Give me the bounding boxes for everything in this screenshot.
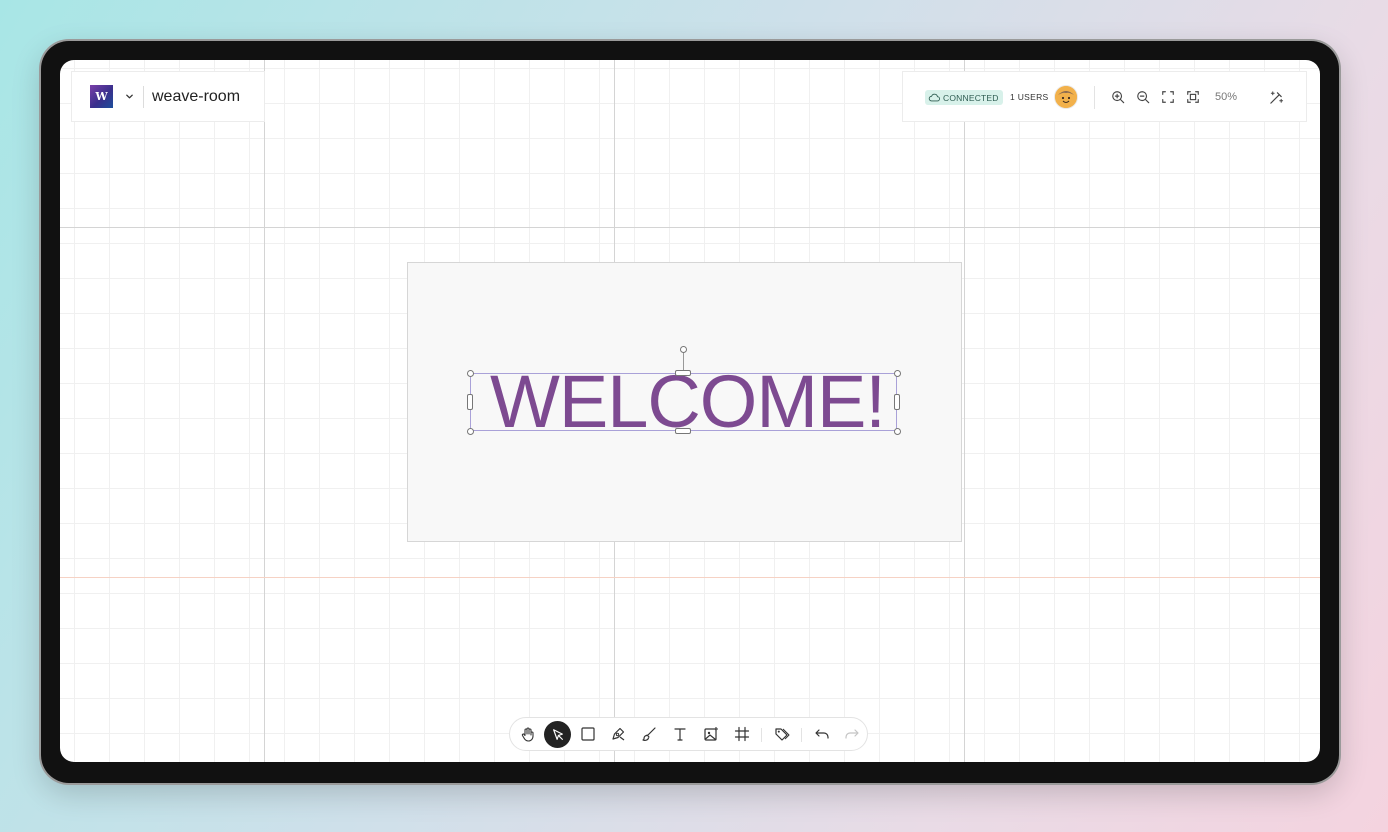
cloud-icon bbox=[928, 93, 940, 102]
grid-line bbox=[60, 227, 1320, 228]
image-icon[interactable] bbox=[703, 726, 719, 742]
resize-handle-right[interactable] bbox=[894, 394, 900, 410]
grid-line bbox=[60, 577, 1320, 578]
resize-handle-bottom-right[interactable] bbox=[894, 428, 901, 435]
resize-handle-top[interactable] bbox=[675, 370, 691, 376]
toolbar-divider bbox=[801, 728, 802, 742]
pointer-icon bbox=[552, 728, 563, 740]
tag-icon[interactable] bbox=[774, 726, 790, 742]
zoom-in-icon[interactable] bbox=[1111, 90, 1125, 104]
chevron-down-icon[interactable] bbox=[121, 89, 137, 105]
resize-handle-top-right[interactable] bbox=[894, 370, 901, 377]
avatar[interactable] bbox=[1055, 86, 1077, 108]
divider bbox=[1094, 86, 1095, 109]
status-bar: CONNECTED 1 USERS 50% bbox=[902, 71, 1307, 122]
text-icon[interactable] bbox=[672, 726, 688, 742]
resize-handle-bottom[interactable] bbox=[675, 428, 691, 434]
room-header: W weave-room bbox=[71, 71, 265, 122]
connection-badge: CONNECTED bbox=[925, 90, 1003, 105]
resize-handle-left[interactable] bbox=[467, 394, 473, 410]
rotation-handle[interactable] bbox=[680, 346, 687, 353]
grid-line bbox=[264, 60, 265, 762]
magic-wand-icon[interactable] bbox=[1269, 90, 1284, 105]
device-frame: W weave-room CONNECTED 1 USERS 50% WELCO… bbox=[41, 41, 1339, 783]
room-name: weave-room bbox=[152, 87, 241, 105]
users-count: 1 USERS bbox=[1010, 92, 1049, 102]
app-logo[interactable]: W bbox=[90, 85, 113, 108]
pen-icon[interactable] bbox=[610, 726, 626, 742]
redo-icon[interactable] bbox=[844, 726, 860, 742]
connection-status-text: CONNECTED bbox=[943, 92, 999, 103]
frame-icon[interactable] bbox=[734, 726, 750, 742]
brush-icon[interactable] bbox=[641, 726, 657, 742]
canvas[interactable]: W weave-room CONNECTED 1 USERS 50% WELCO… bbox=[60, 60, 1320, 762]
rectangle-icon[interactable] bbox=[580, 726, 596, 742]
toolbar-divider bbox=[761, 728, 762, 742]
zoom-out-icon[interactable] bbox=[1136, 90, 1150, 104]
grid-line bbox=[964, 60, 965, 762]
fullscreen-icon[interactable] bbox=[1161, 90, 1175, 104]
undo-icon[interactable] bbox=[814, 726, 830, 742]
fit-to-screen-icon[interactable] bbox=[1186, 90, 1200, 104]
zoom-level[interactable]: 50% bbox=[1215, 91, 1237, 103]
resize-handle-bottom-left[interactable] bbox=[467, 428, 474, 435]
divider bbox=[143, 85, 144, 108]
select-tool-button[interactable] bbox=[544, 721, 571, 748]
hand-icon[interactable] bbox=[520, 726, 536, 742]
resize-handle-top-left[interactable] bbox=[467, 370, 474, 377]
tools-toolbar bbox=[509, 717, 868, 751]
